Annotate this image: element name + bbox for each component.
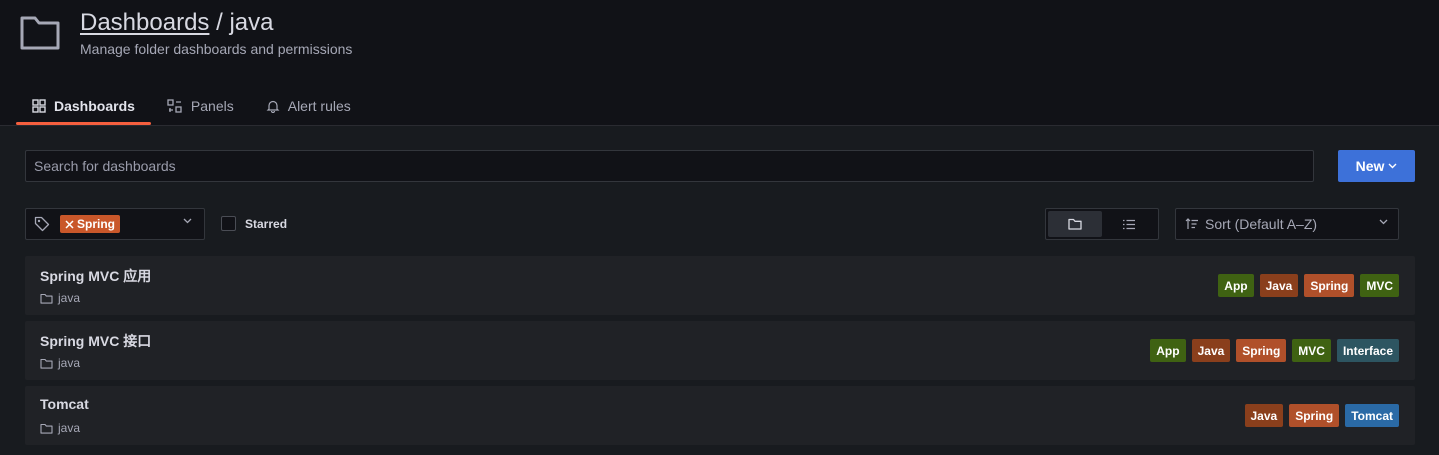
new-button[interactable]: New <box>1338 150 1415 182</box>
dashboard-tags: App Java Spring MVC Interface <box>1150 339 1399 362</box>
folder-icon <box>40 423 53 434</box>
folder-title: java <box>229 9 274 36</box>
folder-icon <box>40 358 53 369</box>
page-title: Dashboards / java <box>80 9 273 37</box>
selected-tag-label: Spring <box>77 217 115 231</box>
starred-label: Starred <box>245 216 288 231</box>
tag-chip[interactable]: Spring <box>1236 339 1287 362</box>
search-input[interactable] <box>25 150 1314 182</box>
folder-icon <box>40 293 53 304</box>
dashboard-title[interactable]: Spring MVC 接口 <box>40 331 151 351</box>
tag-chip[interactable]: Java <box>1191 339 1231 362</box>
dashboard-row[interactable]: Spring MVC 应用 java App Java Spring MVC <box>25 256 1415 315</box>
tag-chip[interactable]: Tomcat <box>1345 404 1399 427</box>
dashboard-title[interactable]: Tomcat <box>40 396 89 412</box>
sort-label: Sort (Default A–Z) <box>1205 216 1318 232</box>
new-button-label: New <box>1355 158 1385 174</box>
sort-select[interactable]: Sort (Default A–Z) <box>1175 208 1399 240</box>
close-icon[interactable] <box>65 219 74 229</box>
dashboard-title[interactable]: Spring MVC 应用 <box>40 266 151 286</box>
tab-alert-rules-label: Alert rules <box>287 98 351 114</box>
page-header: Dashboards / java Manage folder dashboar… <box>0 0 1439 126</box>
folder-icon <box>1068 218 1082 230</box>
breadcrumb-separator: / <box>209 9 230 36</box>
dashboard-folder: java <box>40 356 80 370</box>
sort-icon <box>1185 218 1198 229</box>
chevron-down-icon <box>1388 163 1397 169</box>
tag-chip[interactable]: Interface <box>1336 339 1399 362</box>
tag-icon <box>34 216 50 232</box>
tab-dashboards-label: Dashboards <box>54 98 135 114</box>
tag-chip[interactable]: MVC <box>1292 339 1331 362</box>
selected-tag-chip[interactable]: Spring <box>60 215 120 233</box>
page-subtitle: Manage folder dashboards and permissions <box>80 41 353 57</box>
dashboard-folder-label: java <box>58 356 81 370</box>
tag-chip[interactable]: MVC <box>1360 274 1399 297</box>
panels-icon <box>167 99 182 113</box>
dashboard-row[interactable]: Tomcat java Java Spring Tomcat <box>25 386 1415 445</box>
dashboard-folder-label: java <box>58 421 81 435</box>
tag-chip[interactable]: Java <box>1259 274 1299 297</box>
tag-chip[interactable]: App <box>1150 339 1186 362</box>
folder-view-button[interactable] <box>1048 211 1102 237</box>
breadcrumb-dashboards-link[interactable]: Dashboards <box>80 9 209 36</box>
dashboard-folder: java <box>40 421 80 435</box>
tag-chip[interactable]: Spring <box>1304 274 1355 297</box>
starred-filter[interactable]: Starred <box>221 216 287 231</box>
tag-filter-select[interactable]: Spring <box>25 208 205 240</box>
chevron-down-icon <box>1379 219 1388 225</box>
bell-icon <box>266 100 280 113</box>
dashboard-folder: java <box>40 291 80 305</box>
tab-panels-label: Panels <box>190 98 234 114</box>
tag-chip[interactable]: App <box>1218 274 1254 297</box>
dashboard-folder-label: java <box>58 291 81 305</box>
starred-checkbox[interactable] <box>221 216 236 231</box>
tag-chip[interactable]: Java <box>1244 404 1284 427</box>
tag-chip[interactable]: Spring <box>1289 404 1340 427</box>
list-icon <box>1123 219 1135 229</box>
tab-bar: Dashboards Panels Alert rules <box>16 88 367 125</box>
apps-icon <box>32 99 46 113</box>
list-view-button[interactable] <box>1102 211 1156 237</box>
tab-panels[interactable]: Panels <box>151 88 250 124</box>
dashboard-tags: Java Spring Tomcat <box>1244 404 1399 427</box>
tab-alert-rules[interactable]: Alert rules <box>250 88 367 124</box>
tab-dashboards[interactable]: Dashboards <box>16 88 151 125</box>
dashboard-tags: App Java Spring MVC <box>1218 274 1399 297</box>
dashboard-row[interactable]: Spring MVC 接口 java App Java Spring MVC I… <box>25 321 1415 380</box>
view-toggle <box>1045 208 1159 240</box>
dashboard-browser: New Spring Starred <box>0 126 1439 455</box>
folder-icon <box>20 16 60 50</box>
chevron-down-icon <box>183 218 192 224</box>
